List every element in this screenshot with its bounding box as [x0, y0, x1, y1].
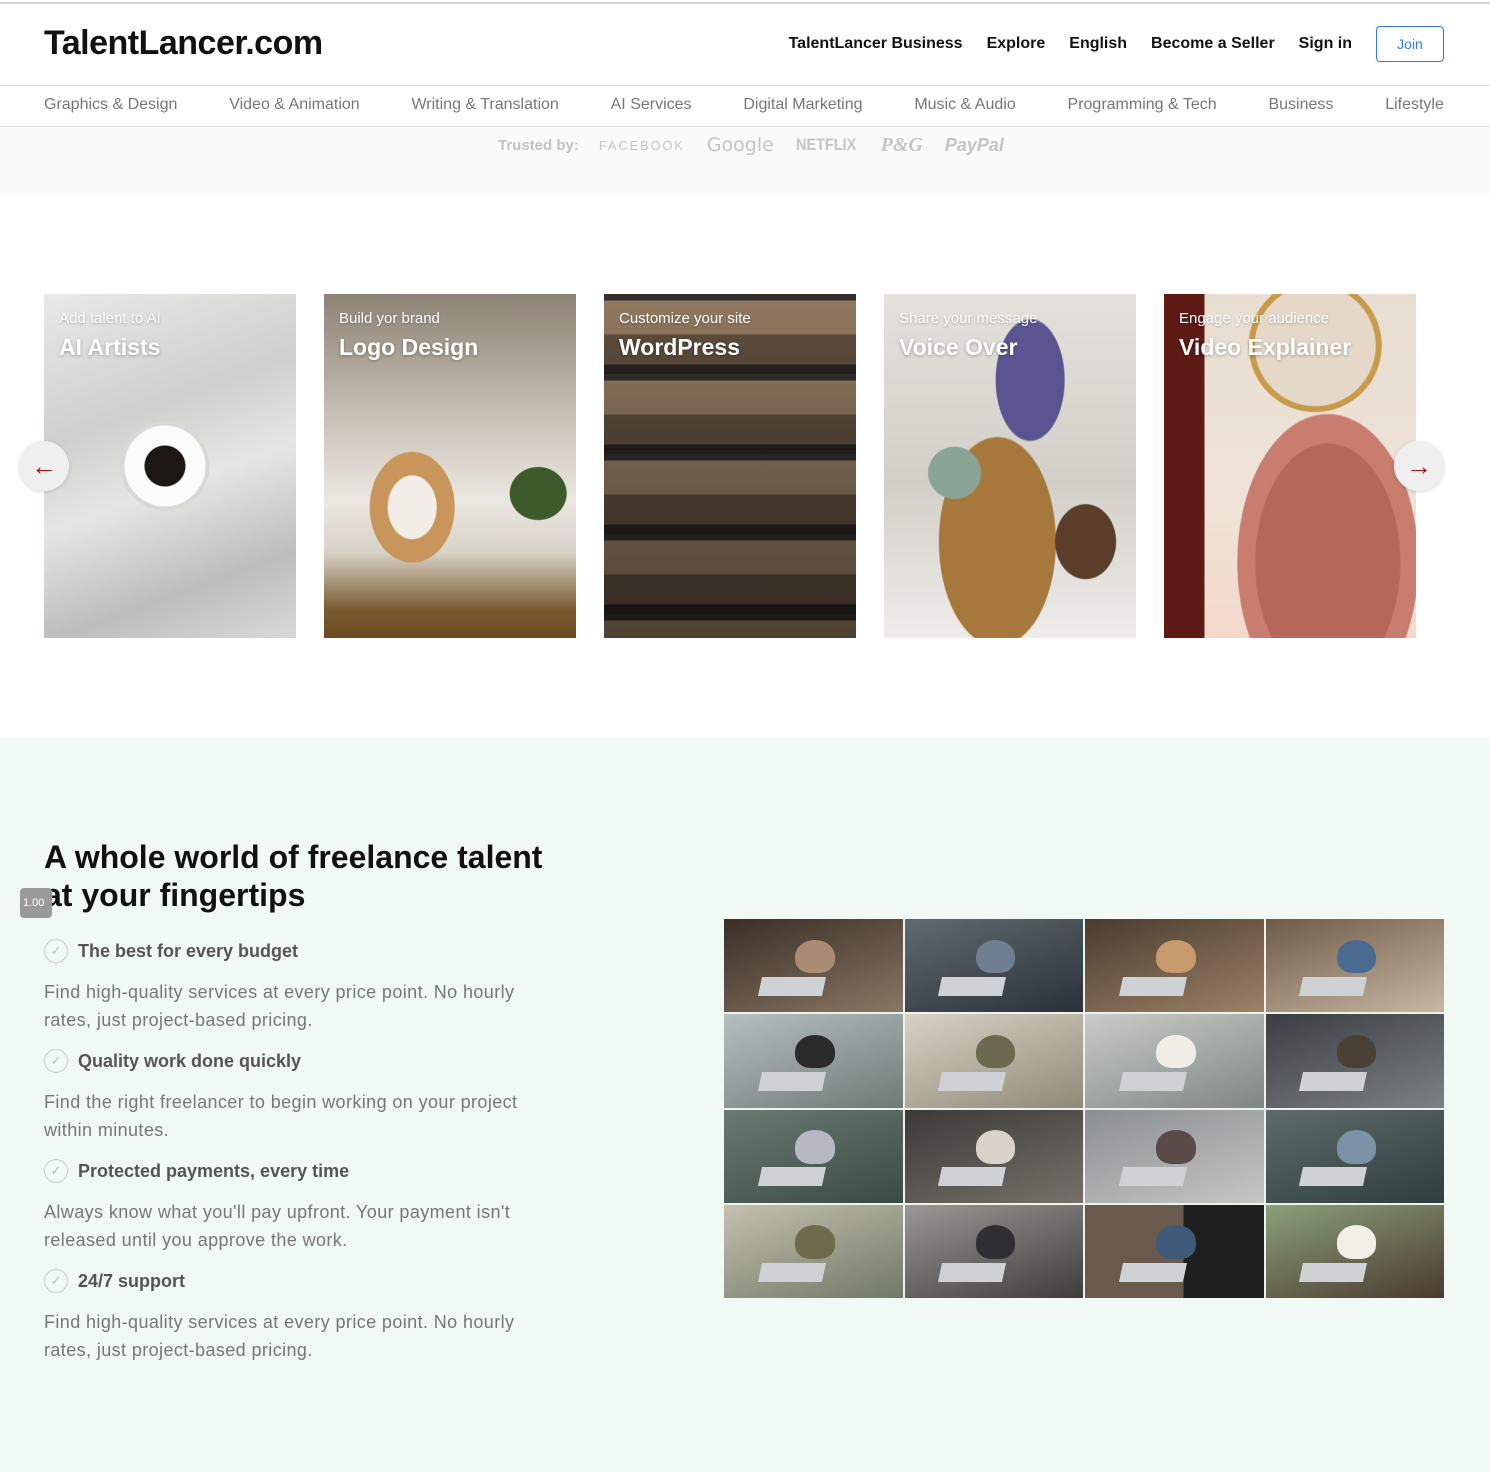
services-carousel: Add talent to AI AI Artists Build yor br… — [0, 294, 1490, 638]
carousel-prev-button[interactable]: ← — [19, 441, 69, 491]
category-lifestyle[interactable]: Lifestyle — [1385, 96, 1444, 114]
site-header: TalentLancer.com TalentLancer Business E… — [0, 4, 1490, 86]
feature-item: ✓ Protected payments, every time Always … — [44, 1158, 524, 1254]
feature-item: ✓ Quality work done quickly Find the rig… — [44, 1048, 524, 1144]
trusted-label: Trusted by: — [498, 136, 579, 154]
card-subtitle: Engage your audience — [1179, 310, 1330, 327]
features-section: A whole world of freelance talent at you… — [0, 738, 1490, 1472]
freelancer-tile — [1265, 1014, 1444, 1108]
paypal-logo: PayPal — [944, 134, 1004, 155]
nav-explore-link[interactable]: Explore — [987, 35, 1046, 53]
feature-item: ✓ 24/7 support Find high-quality service… — [44, 1268, 524, 1364]
card-subtitle: Customize your site — [619, 310, 751, 327]
check-circle-icon: ✓ — [44, 1049, 68, 1073]
feature-text: Find the right freelancer to begin worki… — [44, 1092, 518, 1140]
category-music-audio[interactable]: Music & Audio — [914, 96, 1015, 114]
check-circle-icon: ✓ — [44, 1159, 68, 1183]
nav-business-link[interactable]: TalentLancer Business — [789, 35, 963, 53]
card-subtitle: Build yor brand — [339, 310, 440, 327]
card-subtitle: Add talent to AI — [59, 310, 161, 327]
category-writing-translation[interactable]: Writing & Translation — [411, 96, 558, 114]
freelancer-tile — [904, 1014, 1083, 1108]
check-circle-icon: ✓ — [44, 939, 68, 963]
facebook-logo: FACEBOOK — [598, 137, 685, 153]
freelancer-tile — [724, 1014, 903, 1108]
card-title: AI Artists — [59, 334, 161, 360]
card-title: WordPress — [619, 334, 741, 360]
category-ai-services[interactable]: AI Services — [611, 96, 692, 114]
category-graphics-design[interactable]: Graphics & Design — [44, 96, 177, 114]
freelancer-tile — [904, 1204, 1083, 1298]
carousel-next-button[interactable]: → — [1394, 441, 1444, 491]
card-title: Video Explainer — [1179, 334, 1352, 360]
nav-become-seller-link[interactable]: Become a Seller — [1151, 35, 1275, 53]
card-subtitle: Share your message — [899, 310, 1038, 327]
netflix-logo: NETFLIX — [795, 135, 857, 154]
freelancer-tile — [1085, 919, 1264, 1013]
freelancer-tile — [1085, 1014, 1264, 1108]
site-logo[interactable]: TalentLancer.com — [44, 24, 323, 63]
category-digital-marketing[interactable]: Digital Marketing — [743, 96, 862, 114]
nav-sign-in-link[interactable]: Sign in — [1299, 35, 1352, 53]
freelancer-tile — [724, 919, 903, 1013]
feature-text: Find high-quality services at every pric… — [44, 1312, 515, 1360]
google-logo: Google — [706, 134, 774, 156]
category-business[interactable]: Business — [1268, 96, 1333, 114]
zoom-badge: 1.00 — [20, 888, 52, 918]
category-bar: Graphics & Design Video & Animation Writ… — [0, 86, 1490, 127]
category-programming-tech[interactable]: Programming & Tech — [1068, 96, 1217, 114]
nav-language-link[interactable]: English — [1069, 35, 1127, 53]
feature-item: ✓ The best for every budget Find high-qu… — [44, 938, 524, 1034]
service-card-video-explainer[interactable]: Engage your audience Video Explainer — [1164, 294, 1416, 638]
service-card-wordpress[interactable]: Customize your site WordPress — [604, 294, 856, 638]
feature-heading: Quality work done quickly — [78, 1050, 302, 1071]
freelancer-tile — [1265, 1204, 1444, 1298]
freelancer-tile — [724, 1204, 903, 1298]
arrow-right-icon: → — [1406, 450, 1432, 481]
service-card-ai-artists[interactable]: Add talent to AI AI Artists — [44, 294, 296, 638]
features-title: A whole world of freelance talent at you… — [44, 839, 543, 913]
feature-text: Always know what you'll pay upfront. You… — [44, 1202, 511, 1250]
freelancer-tile — [1265, 919, 1444, 1013]
freelancer-tile — [1085, 1204, 1264, 1298]
card-title: Voice Over — [899, 334, 1018, 360]
category-video-animation[interactable]: Video & Animation — [229, 96, 359, 114]
arrow-left-icon: ← — [31, 450, 57, 481]
freelancer-tile — [724, 1109, 903, 1203]
feature-heading: Protected payments, every time — [78, 1160, 350, 1181]
pg-logo: P&G — [880, 133, 923, 156]
freelancer-tile — [904, 1109, 1083, 1203]
service-card-voice-over[interactable]: Share your message Voice Over — [884, 294, 1136, 638]
join-button[interactable]: Join — [1376, 26, 1444, 62]
feature-heading: The best for every budget — [78, 940, 299, 961]
top-nav: TalentLancer Business Explore English Be… — [765, 26, 1444, 62]
trusted-by-strip: Trusted by: FACEBOOK Google NETFLIX P&G … — [0, 127, 1490, 193]
freelancer-tile — [1265, 1109, 1444, 1203]
freelancer-tile — [1085, 1109, 1264, 1203]
card-title: Logo Design — [339, 334, 479, 360]
service-card-logo-design[interactable]: Build yor brand Logo Design — [324, 294, 576, 638]
feature-heading: 24/7 support — [78, 1270, 186, 1291]
feature-text: Find high-quality services at every pric… — [44, 982, 515, 1030]
check-circle-icon: ✓ — [44, 1269, 68, 1293]
freelancer-tile — [904, 919, 1083, 1013]
freelancer-video-grid — [724, 919, 1444, 1298]
